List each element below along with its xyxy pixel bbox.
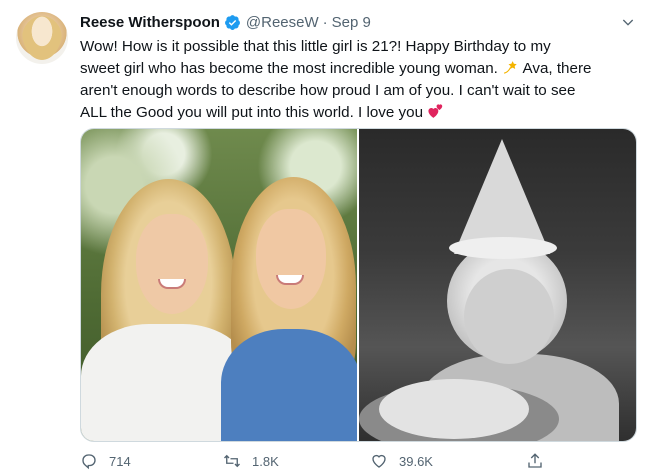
- reply-count: 714: [109, 453, 131, 469]
- tweet-line: aren't enough words to describe how prou…: [80, 82, 576, 99]
- tweet-media[interactable]: [80, 128, 637, 442]
- tweet-date[interactable]: Sep 9: [332, 14, 371, 31]
- like-count: 39.6K: [399, 453, 433, 469]
- author-handle[interactable]: @ReeseW: [246, 14, 319, 31]
- heart-icon: [372, 454, 386, 468]
- retweet-icon: [224, 454, 240, 468]
- retweet-count: 1.8K: [252, 453, 279, 469]
- avatar[interactable]: [16, 12, 68, 64]
- share-button[interactable]: [526, 452, 544, 470]
- author-name[interactable]: Reese Witherspoon: [80, 14, 220, 31]
- two-hearts-emoji-icon: [428, 104, 443, 118]
- tweet-line-text: sweet girl who has become the most incre…: [80, 60, 498, 77]
- two-women-smiling-photo[interactable]: [81, 129, 357, 441]
- separator-dot: ·: [322, 13, 328, 31]
- retweet-button[interactable]: 1.8K: [223, 452, 279, 470]
- share-icon: [528, 453, 542, 468]
- verified-badge-icon: [224, 14, 240, 30]
- tweet-header: Reese Witherspoon @ReeseW · Sep 9: [80, 12, 371, 32]
- chevron-down-icon[interactable]: [620, 14, 636, 30]
- tweet-text: Wow! How is it possible that this little…: [80, 36, 628, 124]
- tweet-line: sweet girl who has become the most incre…: [80, 58, 628, 80]
- like-button[interactable]: 39.6K: [370, 452, 433, 470]
- child-birthday-bw-photo[interactable]: [359, 129, 636, 441]
- reply-button[interactable]: 714: [80, 452, 131, 470]
- tweet-line: ALL the Good you will put into this worl…: [80, 102, 628, 124]
- tweet-line: Wow! How is it possible that this little…: [80, 38, 551, 55]
- tweet-line-text: ALL the Good you will put into this worl…: [80, 104, 424, 121]
- tweet[interactable]: Reese Witherspoon @ReeseW · Sep 9 Wow! H…: [0, 0, 650, 473]
- dizzy-star-emoji-icon: [504, 61, 517, 74]
- reply-icon: [82, 454, 96, 470]
- tweet-actions: 714 1.8K 39.6K: [80, 452, 640, 472]
- tweet-line-text: Ava, there: [522, 60, 592, 77]
